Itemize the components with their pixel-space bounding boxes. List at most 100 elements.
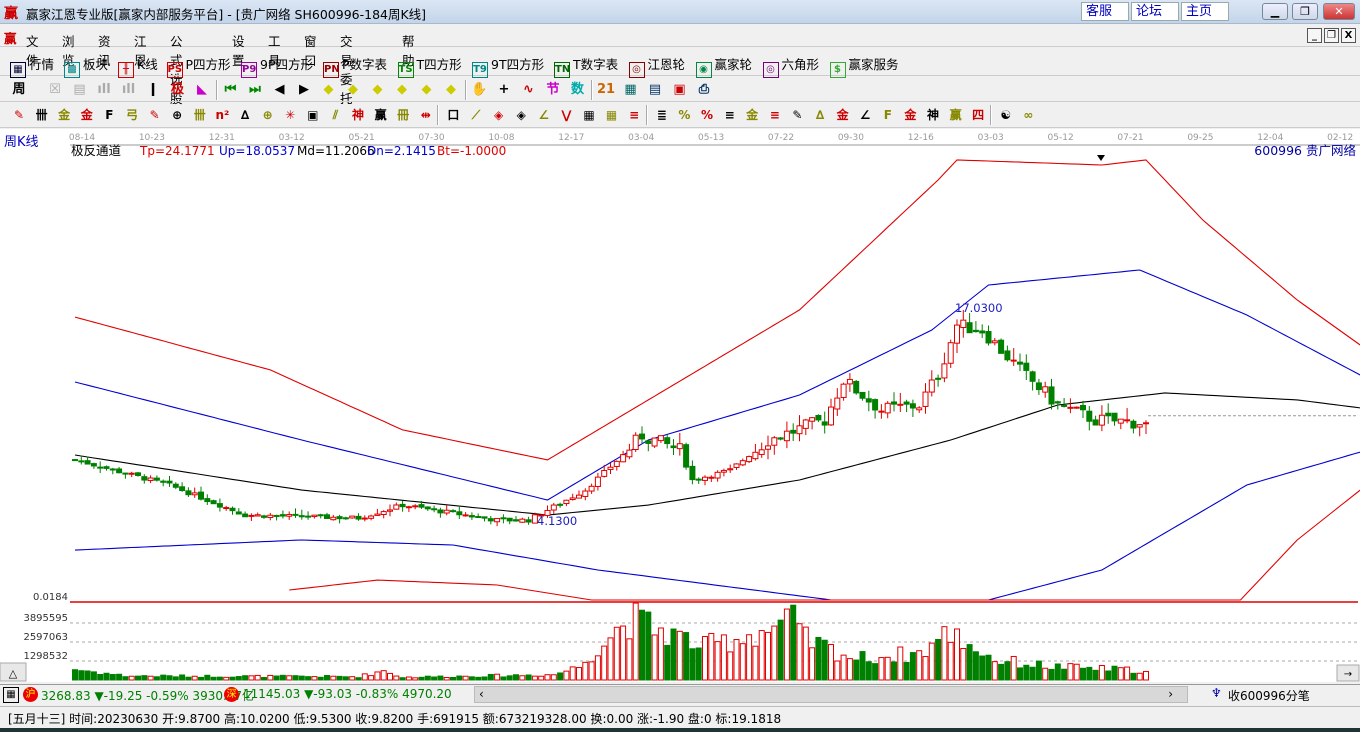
draw-tool-30-icon[interactable]: % (698, 106, 716, 124)
toolbar-button-5[interactable]: PN P数字表 (323, 54, 387, 78)
shrink-icon[interactable]: ◆ (393, 81, 411, 99)
save-icon[interactable]: ▣ (671, 81, 689, 99)
toolbar-button-10[interactable]: ◉ 赢家轮 (695, 54, 752, 78)
draw-tool-3-icon[interactable]: 金 (78, 106, 96, 124)
draw-tool-17-icon[interactable]: 冊 (394, 106, 412, 124)
fan-icon[interactable]: ◣ (193, 81, 211, 99)
toolbar-button-6[interactable]: TS T四方形 (397, 54, 462, 78)
toolbar-button-0[interactable]: ▦ 行情 (10, 54, 54, 78)
draw-tool-15-icon[interactable]: 神 (349, 106, 367, 124)
draw-tool-21-icon[interactable]: ◈ (490, 106, 508, 124)
draw-tool-0-icon[interactable]: ✎ (10, 106, 28, 124)
draw-tool-23-icon[interactable]: ∠ (535, 106, 553, 124)
mdi-restore-icon[interactable]: ❐ (1324, 28, 1339, 43)
calculator-icon[interactable]: ▦ (622, 81, 640, 99)
toolbar-button-8[interactable]: TN T数字表 (554, 54, 618, 78)
draw-tool-10-icon[interactable]: ∆ (236, 106, 254, 124)
draw-tool-26-icon[interactable]: ▦ (603, 106, 621, 124)
draw-tool-8-icon[interactable]: 卌 (191, 106, 209, 124)
report-icon[interactable]: ▤ (646, 81, 664, 99)
draw-tool-27-icon[interactable]: ≡ (625, 106, 643, 124)
zoom-v-icon[interactable]: ◆ (418, 81, 436, 99)
candle-icon[interactable]: ǀ (144, 81, 162, 99)
doc-icon[interactable]: ▤ (71, 81, 89, 99)
line-icon[interactable]: ∿ (520, 81, 538, 99)
quote-table-icon[interactable]: ▦ (3, 687, 19, 703)
chart-area[interactable]: 08-14 10-23 12-31 03-12 05-21 07-30 10-08 12-17… (0, 129, 1360, 682)
right-icon[interactable]: ▶ (295, 81, 313, 99)
homepage-button[interactable]: 主页 (1181, 2, 1229, 21)
draw-tool-42-icon[interactable]: 四 (969, 106, 987, 124)
expand-icon[interactable]: ◆ (369, 81, 387, 99)
toolbar-button-4[interactable]: P9 9P四方形 (241, 54, 313, 78)
toolbar-button-11[interactable]: ◎ 六角形 (762, 54, 819, 78)
draw-tool-6-icon[interactable]: ✎ (146, 106, 164, 124)
customer-service-button[interactable]: 客服 (1081, 2, 1129, 21)
draw-tool-36-icon[interactable]: 金 (834, 106, 852, 124)
extreme-icon[interactable]: 极 (169, 81, 187, 99)
draw-tool-5-icon[interactable]: 弓 (123, 106, 141, 124)
draw-tool-12-icon[interactable]: ✳ (281, 106, 299, 124)
draw-tool-20-icon[interactable]: ⟋ (467, 106, 485, 124)
scroll-left-icon[interactable]: ‹ (479, 687, 484, 701)
close-icon[interactable]: ✕ (1323, 3, 1355, 20)
bars9-icon[interactable]: ıll (120, 81, 138, 99)
draw-tool-16-icon[interactable]: 赢 (372, 106, 390, 124)
scroll-right-icon[interactable]: › (1168, 687, 1173, 701)
draw-tool-7-icon[interactable]: ⊕ (168, 106, 186, 124)
draw-tool-19-icon[interactable]: 口 (444, 106, 462, 124)
draw-tool-43-icon[interactable]: ☯ (997, 106, 1015, 124)
draw-tool-31-icon[interactable]: ≡ (721, 106, 739, 124)
node-icon[interactable]: 节 (544, 81, 562, 99)
move-left-icon[interactable]: ◆ (320, 81, 338, 99)
draw-tool-13-icon[interactable]: ▣ (304, 106, 322, 124)
toolbar-button-1[interactable]: ▩ 板块 (64, 54, 108, 78)
draw-tool-35-icon[interactable]: ∆ (811, 106, 829, 124)
forum-button[interactable]: 论坛 (1131, 2, 1179, 21)
hand-icon[interactable]: ✋ (471, 81, 489, 99)
draw-tool-29-icon[interactable]: % (675, 106, 693, 124)
tick-data-button[interactable]: 收600996分笔 (1228, 687, 1310, 704)
kline-chart[interactable]: 08-14 10-23 12-31 03-12 05-21 07-30 10-08 12-17… (0, 129, 1360, 682)
last-icon[interactable]: ⏭ (246, 81, 264, 99)
minimize-icon[interactable]: ▁ (1262, 3, 1288, 20)
draw-tool-14-icon[interactable]: ⫽ (326, 106, 344, 124)
draw-tool-37-icon[interactable]: ∠ (856, 106, 874, 124)
first-icon[interactable]: ⏮ (222, 81, 240, 99)
left-icon[interactable]: ◀ (271, 81, 289, 99)
toolbar-button-12[interactable]: $ 赢家服务 (829, 54, 899, 78)
draw-tool-39-icon[interactable]: 金 (901, 106, 919, 124)
calendar-icon[interactable]: 21 (597, 81, 615, 99)
toolbar-button-9[interactable]: ◎ 江恩轮 (628, 54, 685, 78)
mdi-close-icon[interactable]: X (1341, 28, 1356, 43)
number-icon[interactable]: 数 (569, 81, 587, 99)
draw-tool-41-icon[interactable]: 赢 (947, 106, 965, 124)
draw-tool-22-icon[interactable]: ◈ (512, 106, 530, 124)
draw-tool-9-icon[interactable]: n² (213, 106, 231, 124)
restore-icon[interactable]: ❐ (1292, 3, 1318, 20)
draw-tool-18-icon[interactable]: ⇹ (417, 106, 435, 124)
draw-tool-33-icon[interactable]: ≡ (766, 106, 784, 124)
cross-icon[interactable]: + (495, 81, 513, 99)
draw-tool-24-icon[interactable]: ⋁ (557, 106, 575, 124)
draw-tool-32-icon[interactable]: 金 (743, 106, 761, 124)
bars3-icon[interactable]: ıll (95, 81, 113, 99)
period-selector[interactable]: 周 (10, 81, 28, 99)
draw-tool-44-icon[interactable]: ∞ (1019, 106, 1037, 124)
draw-tool-38-icon[interactable]: F (879, 106, 897, 124)
draw-tool-4-icon[interactable]: F (100, 106, 118, 124)
horizontal-scrollbar[interactable]: ‹ › (474, 686, 1188, 703)
draw-tool-28-icon[interactable]: ≣ (653, 106, 671, 124)
toolbar-button-7[interactable]: T9 9T四方形 (472, 54, 544, 78)
draw-tool-25-icon[interactable]: ▦ (580, 106, 598, 124)
zoom-all-icon[interactable]: ◆ (442, 81, 460, 99)
mdi-minimize-icon[interactable]: _ (1307, 28, 1322, 43)
move-right-icon[interactable]: ◆ (344, 81, 362, 99)
draw-tool-11-icon[interactable]: ⊕ (259, 106, 277, 124)
pattern-icon[interactable]: ☒ (46, 81, 64, 99)
draw-tool-1-icon[interactable]: 卌 (33, 106, 51, 124)
toolbar-button-3[interactable]: PS P四方形 (166, 54, 231, 78)
toolbar-button-2[interactable]: ╫ K线 (118, 54, 158, 78)
draw-tool-40-icon[interactable]: 神 (924, 106, 942, 124)
print-icon[interactable]: ⎙ (695, 81, 713, 99)
